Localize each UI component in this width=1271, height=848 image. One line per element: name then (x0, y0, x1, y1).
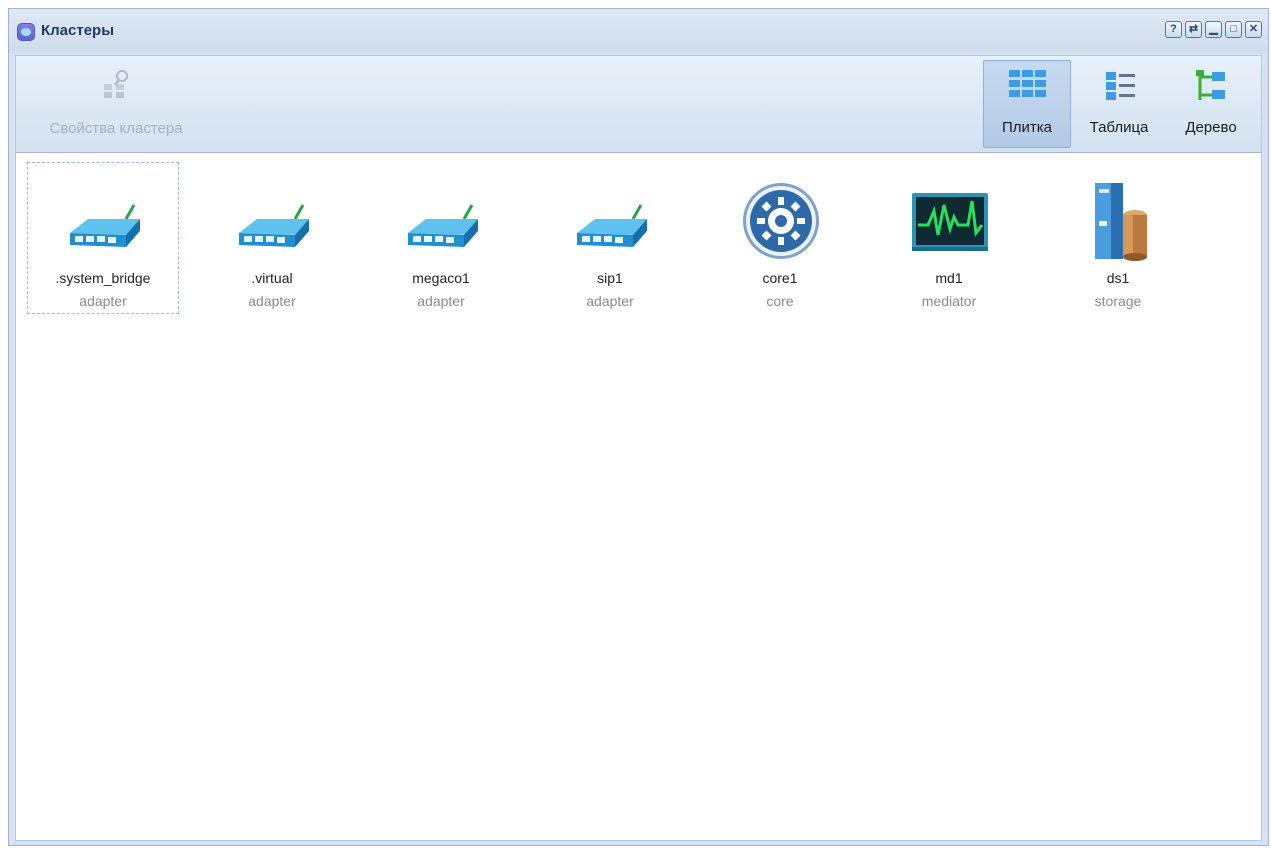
view-table-label: Таблица (1089, 119, 1149, 136)
view-tree-label: Дерево (1185, 119, 1237, 136)
cluster-tile[interactable]: ds1 storage (1042, 162, 1194, 314)
cluster-name: .virtual (251, 270, 293, 286)
help-icon: ? (1170, 23, 1177, 35)
storage-server-icon (1095, 183, 1147, 261)
tree-view-icon (1196, 70, 1225, 100)
close-button[interactable]: ✕ (1245, 21, 1262, 38)
maximize-button[interactable]: □ (1225, 21, 1242, 38)
help-button[interactable]: ? (1165, 21, 1182, 38)
toolbar: Свойства кластера Плитка Таблица Дерево (15, 55, 1262, 153)
cluster-tile[interactable]: .system_bridge adapter (27, 162, 179, 314)
clusters-window: Кластеры ? ⇄ ▁ □ ✕ Свойства кластера Пли… (8, 8, 1269, 846)
cluster-tile[interactable]: sip1 adapter (534, 162, 686, 314)
cluster-type: storage (1094, 293, 1142, 309)
cluster-type: core (766, 293, 794, 309)
view-table-button[interactable]: Таблица (1075, 60, 1163, 148)
cluster-name: sip1 (597, 270, 623, 286)
cluster-name: .system_bridge (55, 270, 151, 286)
table-view-icon (1106, 72, 1135, 100)
cluster-name: core1 (762, 270, 798, 286)
adapter-icon (70, 204, 140, 247)
clusters-app-icon (17, 23, 35, 41)
window-controls: ? ⇄ ▁ □ ✕ (1165, 21, 1262, 38)
adapter-icon (239, 204, 309, 247)
title-bar[interactable]: Кластеры ? ⇄ ▁ □ ✕ (9, 9, 1268, 53)
window-title: Кластеры (41, 22, 115, 39)
tile-view-icon (1009, 70, 1046, 97)
core-gear-icon (743, 183, 819, 259)
minimize-icon: ▁ (1209, 23, 1218, 35)
cluster-type: adapter (586, 293, 634, 309)
cluster-properties-icon (104, 70, 128, 98)
cluster-name: ds1 (1106, 270, 1130, 286)
cluster-tile[interactable]: .virtual adapter (196, 162, 348, 314)
view-tile-label: Плитка (1001, 119, 1053, 136)
cluster-tile[interactable]: megaco1 adapter (365, 162, 517, 314)
cluster-name: md1 (935, 270, 963, 286)
close-icon: ✕ (1248, 23, 1259, 35)
cluster-tile[interactable]: md1 mediator (873, 162, 1025, 314)
cluster-name: megaco1 (412, 270, 470, 286)
cluster-type: adapter (417, 293, 465, 309)
cluster-tiles-area: .system_bridge adapter .virtual adapter (15, 153, 1262, 841)
adapter-icon (577, 204, 647, 247)
adapter-icon (408, 204, 478, 247)
maximize-icon: □ (1230, 23, 1237, 35)
mediator-monitor-icon (912, 193, 988, 251)
cluster-type: mediator (921, 293, 977, 309)
minimize-button[interactable]: ▁ (1205, 21, 1222, 38)
view-tile-button[interactable]: Плитка (983, 60, 1071, 148)
cluster-properties-button[interactable]: Свойства кластера (16, 56, 216, 152)
cluster-tile[interactable]: core1 core (704, 162, 856, 314)
cluster-type: adapter (79, 293, 127, 309)
cluster-properties-label: Свойства кластера (49, 120, 183, 137)
cluster-type: adapter (248, 293, 296, 309)
refresh-icon: ⇄ (1188, 23, 1199, 35)
view-tree-button[interactable]: Дерево (1167, 60, 1255, 148)
refresh-button[interactable]: ⇄ (1185, 21, 1202, 38)
